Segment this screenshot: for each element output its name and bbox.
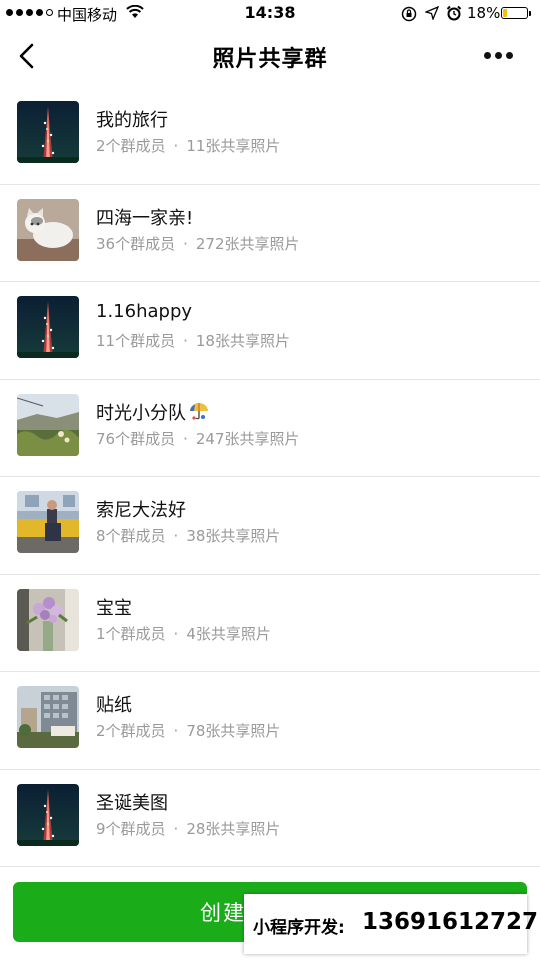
group-name: 贴纸: [96, 691, 132, 717]
group-thumbnail: [17, 588, 79, 651]
group-name-text: 圣诞美图: [96, 792, 168, 814]
umbrella-icon: [186, 402, 210, 424]
member-count: 2个群成员: [96, 722, 166, 740]
group-name-text: 我的旅行: [96, 110, 168, 131]
member-count: 36个群成员: [96, 234, 176, 253]
group-thumbnail: [17, 101, 79, 163]
rotation-lock-icon: [401, 6, 417, 26]
meta-separator: ·: [183, 429, 188, 448]
more-dots-icon: [484, 51, 491, 59]
group-list-item[interactable]: 圣诞美图 9个群成员 · 28张共享照片: [0, 770, 540, 867]
member-count: 9个群成员: [96, 819, 166, 838]
alarm-icon: [446, 5, 462, 25]
group-list-item[interactable]: 四海一家亲! 36个群成员 · 272张共享照片: [0, 185, 540, 282]
group-name: 1.16happy: [96, 301, 192, 322]
group-list-item[interactable]: 1.16happy 11个群成员 · 18张共享照片: [0, 282, 540, 380]
status-bar: 中国移动 14:38 18%: [0, 0, 540, 28]
photo-count: 38张共享照片: [186, 527, 281, 545]
group-name-text: 宝宝: [96, 597, 132, 619]
meta-separator: ·: [183, 234, 188, 253]
watermark-overlay: 小程序开发: 13691612727: [244, 894, 538, 954]
group-thumbnail: [17, 393, 79, 456]
group-list: 我的旅行 2个群成员 · 11张共享照片四海一家亲! 36个群成员 · 272张共享照片 1.…: [0, 87, 540, 867]
group-name-text: 贴纸: [96, 695, 132, 716]
member-count: 1个群成员: [96, 624, 166, 643]
meta-separator: ·: [173, 819, 179, 838]
nav-bar: 照片共享群: [0, 28, 540, 86]
group-meta: 2个群成员 · 78张共享照片: [96, 720, 280, 741]
group-list-item[interactable]: 贴纸 2个群成员 · 78张共享照片: [0, 672, 540, 770]
page-title: 照片共享群: [212, 47, 328, 72]
group-meta: 11个群成员 · 18张共享照片: [96, 330, 290, 351]
group-list-item[interactable]: 时光小分队 76个群成员 · 247张共享照片: [0, 380, 540, 477]
photo-count: 11张共享照片: [186, 137, 281, 155]
meta-separator: ·: [173, 624, 179, 643]
group-name: 我的旅行: [96, 106, 168, 132]
group-name: 时光小分队: [96, 399, 210, 425]
photo-count: 4张共享照片: [186, 624, 271, 643]
group-thumbnail: [17, 783, 79, 846]
battery-tip: [529, 11, 531, 16]
group-list-item[interactable]: 宝宝 1个群成员 · 4张共享照片: [0, 575, 540, 672]
group-meta: 76个群成员 · 247张共享照片: [96, 428, 300, 449]
group-name-text: 索尼大法好: [96, 500, 186, 521]
member-count: 8个群成员: [96, 527, 166, 545]
group-list-item[interactable]: 我的旅行 2个群成员 · 11张共享照片: [0, 87, 540, 185]
photo-count: 18张共享照片: [195, 332, 290, 350]
meta-separator: ·: [183, 332, 188, 350]
group-list-item[interactable]: 索尼大法好 8个群成员 · 38张共享照片: [0, 477, 540, 575]
group-name-text: 1.16happy: [96, 301, 193, 322]
create-button-label: 创建: [200, 901, 246, 925]
photo-count: 272张共享照片: [195, 234, 300, 253]
battery-icon: [501, 7, 528, 19]
group-thumbnail: [17, 198, 79, 261]
photo-count: 247张共享照片: [195, 429, 300, 448]
battery-level-fill: [503, 9, 507, 17]
watermark-phone: 13691612727: [362, 909, 539, 935]
group-name: 索尼大法好: [96, 496, 186, 522]
group-meta: 8个群成员 · 38张共享照片: [96, 525, 280, 546]
battery-percent: 18%: [467, 4, 501, 22]
member-count: 76个群成员: [96, 429, 176, 448]
group-meta: 36个群成员 · 272张共享照片: [96, 233, 300, 254]
group-thumbnail: [17, 296, 79, 358]
group-thumbnail: [17, 686, 79, 748]
meta-separator: ·: [173, 722, 179, 740]
member-count: 2个群成员: [96, 137, 166, 155]
group-name: 四海一家亲!: [96, 204, 193, 230]
photo-count: 78张共享照片: [186, 722, 281, 740]
watermark-label: 小程序开发:: [253, 918, 345, 938]
group-meta: 2个群成员 · 11张共享照片: [96, 135, 280, 156]
meta-separator: ·: [173, 137, 179, 155]
member-count: 11个群成员: [96, 332, 176, 350]
more-button[interactable]: [484, 48, 524, 62]
group-name-text: 四海一家亲!: [96, 207, 194, 229]
location-arrow-icon: [424, 5, 440, 24]
meta-separator: ·: [173, 527, 179, 545]
group-thumbnail: [17, 491, 79, 553]
group-meta: 1个群成员 · 4张共享照片: [96, 623, 271, 644]
group-name-text: 时光小分队: [96, 402, 186, 424]
group-meta: 9个群成员 · 28张共享照片: [96, 818, 280, 839]
group-name: 宝宝: [96, 594, 132, 620]
group-name: 圣诞美图: [96, 789, 168, 815]
photo-count: 28张共享照片: [186, 819, 281, 838]
